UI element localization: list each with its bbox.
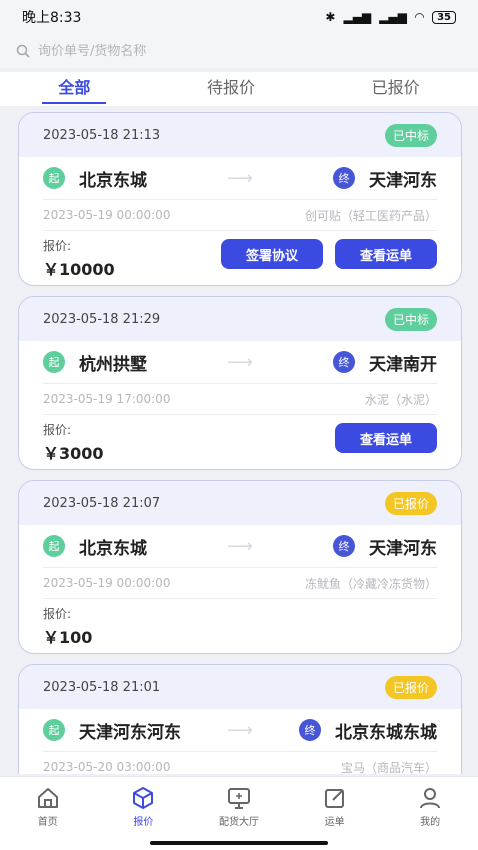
card-actions: 查看运单 [335,423,437,453]
meta-row: 2023-05-19 17:00:00 水泥（水泥） [19,384,461,414]
tabbar-mine-label: 我的 [420,817,441,828]
tabbar-dispatch-hall[interactable]: 配货大厅 [209,785,269,828]
card-time: 2023-05-18 21:13 [43,127,161,143]
tabbar-mine[interactable]: 我的 [400,785,460,828]
cargo-name: 宝马（商品汽车） [340,760,437,775]
origin-city: 北京东城 [79,538,147,559]
status-time: 晚上8:33 [22,10,82,26]
cargo-name: 冻鱿鱼（冷藏冷冻货物） [304,576,437,591]
arrow-right-icon: ⟶ [227,167,253,189]
arrow-right-icon: ⟶ [227,719,253,741]
status-badge: 已中标 [384,123,437,147]
sign-agreement-button[interactable]: 签署协议 [221,239,323,269]
status-badge: 已中标 [384,307,437,331]
signal-icon: ▂▄▆ [343,10,372,24]
start-tag: 起 [43,167,65,189]
status-icons: ✱ ▂▄▆ ▂▄▆ ◠ 35 [325,10,456,24]
wifi-icon: ◠ [414,10,425,24]
price-row: 报价: ￥10000 签署协议 查看运单 [19,231,461,280]
home-icon [37,788,58,808]
user-icon [420,788,441,809]
tab-quoted[interactable]: 已报价 [360,72,432,106]
price-label: 报价: [43,239,72,253]
load-date: 2023-05-19 17:00:00 [43,392,171,406]
card-time: 2023-05-18 21:01 [43,679,161,695]
origin-city: 杭州拱墅 [79,354,147,375]
end-tag: 终 [299,719,321,741]
load-date: 2023-05-19 00:00:00 [43,208,171,222]
route-row: 起 北京东城 ⟶ 终 天津河东 [19,525,461,567]
card-header: 2023-05-18 21:29 已中标 [19,297,461,341]
search-input[interactable] [38,43,338,59]
price-row: 报价: ￥100 [19,599,461,648]
start-tag: 起 [43,719,65,741]
route-row: 起 北京东城 ⟶ 终 天津河东 [19,157,461,199]
view-waybill-button[interactable]: 查看运单 [335,239,437,269]
view-waybill-button[interactable]: 查看运单 [335,423,437,453]
battery-icon: 35 [432,10,456,24]
card-header: 2023-05-18 21:01 已报价 [19,665,461,709]
card-time: 2023-05-18 21:07 [43,495,161,511]
arrow-right-icon: ⟶ [227,535,253,557]
tabbar-waybill-label: 运单 [324,817,345,828]
destination-city: 天津河东 [369,170,437,191]
quote-card[interactable]: 2023-05-18 21:13 已中标 起 北京东城 ⟶ 终 天津河东 202… [18,112,462,286]
price-value: ￥3000 [43,444,104,463]
card-header: 2023-05-18 21:07 已报价 [19,481,461,525]
price-value: ￥10000 [43,260,115,279]
start-tag: 起 [43,351,65,373]
meta-row: 2023-05-19 00:00:00 创可贴（轻工医药产品） [19,200,461,230]
tabbar-quote[interactable]: 报价 [113,785,173,828]
bottom-tab-bar: 首页 报价 配货大厅 运单 我的 [0,776,478,850]
price-label: 报价: [43,423,72,437]
price-value: ￥100 [43,628,93,647]
price-label: 报价: [43,607,72,621]
tabbar-home[interactable]: 首页 [18,785,78,828]
tab-pending[interactable]: 待报价 [195,72,267,106]
monitor-icon [227,788,250,809]
meta-row: 2023-05-20 03:00:00 宝马（商品汽车） [19,752,461,774]
start-tag: 起 [43,535,65,557]
status-badge: 已报价 [384,491,437,515]
quote-card[interactable]: 2023-05-18 21:01 已报价 起 天津河东河东 ⟶ 终 北京东城东城… [18,664,462,774]
price-row: 报价: ￥3000 查看运单 [19,415,461,464]
signal-icon-2: ▂▄▆ [379,10,407,24]
bluetooth-icon: ✱ [325,10,336,24]
box-icon [133,787,154,809]
cargo-name: 创可贴（轻工医药产品） [304,208,437,223]
load-date: 2023-05-20 03:00:00 [43,760,171,774]
filter-tabs: 全部 待报价 已报价 [0,72,478,106]
tab-all[interactable]: 全部 [42,72,107,106]
cargo-name: 水泥（水泥） [364,392,437,407]
destination-city: 天津南开 [369,354,437,375]
destination-city: 北京东城东城 [335,722,437,743]
route-row: 起 杭州拱墅 ⟶ 终 天津南开 [19,341,461,383]
status-badge: 已报价 [384,675,437,699]
end-tag: 终 [333,351,355,373]
origin-city: 天津河东河东 [79,722,181,743]
route-row: 起 天津河东河东 ⟶ 终 北京东城东城 [19,709,461,751]
card-actions: 签署协议 查看运单 [221,239,437,269]
load-date: 2023-05-19 00:00:00 [43,576,171,590]
quote-card[interactable]: 2023-05-18 21:07 已报价 起 北京东城 ⟶ 终 天津河东 202… [18,480,462,654]
card-time: 2023-05-18 21:29 [43,311,161,327]
tabbar-waybill[interactable]: 运单 [305,785,365,828]
tabbar-dispatch-label: 配货大厅 [218,817,259,828]
search-bar[interactable] [0,34,478,68]
end-tag: 终 [333,167,355,189]
card-header: 2023-05-18 21:13 已中标 [19,113,461,157]
tabbar-home-label: 首页 [37,817,58,828]
tabbar-quote-label: 报价 [133,817,154,828]
quote-card[interactable]: 2023-05-18 21:29 已中标 起 杭州拱墅 ⟶ 终 天津南开 202… [18,296,462,470]
status-bar: 晚上8:33 ✱ ▂▄▆ ▂▄▆ ◠ 35 [0,0,478,34]
meta-row: 2023-05-19 00:00:00 冻鱿鱼（冷藏冷冻货物） [19,568,461,598]
home-indicator [150,841,328,845]
quote-list[interactable]: 2023-05-18 21:13 已中标 起 北京东城 ⟶ 终 天津河东 202… [18,112,462,774]
edit-icon [324,789,344,808]
destination-city: 天津河东 [369,538,437,559]
arrow-right-icon: ⟶ [227,351,253,373]
end-tag: 终 [333,535,355,557]
search-icon [16,44,30,58]
origin-city: 北京东城 [79,170,147,191]
